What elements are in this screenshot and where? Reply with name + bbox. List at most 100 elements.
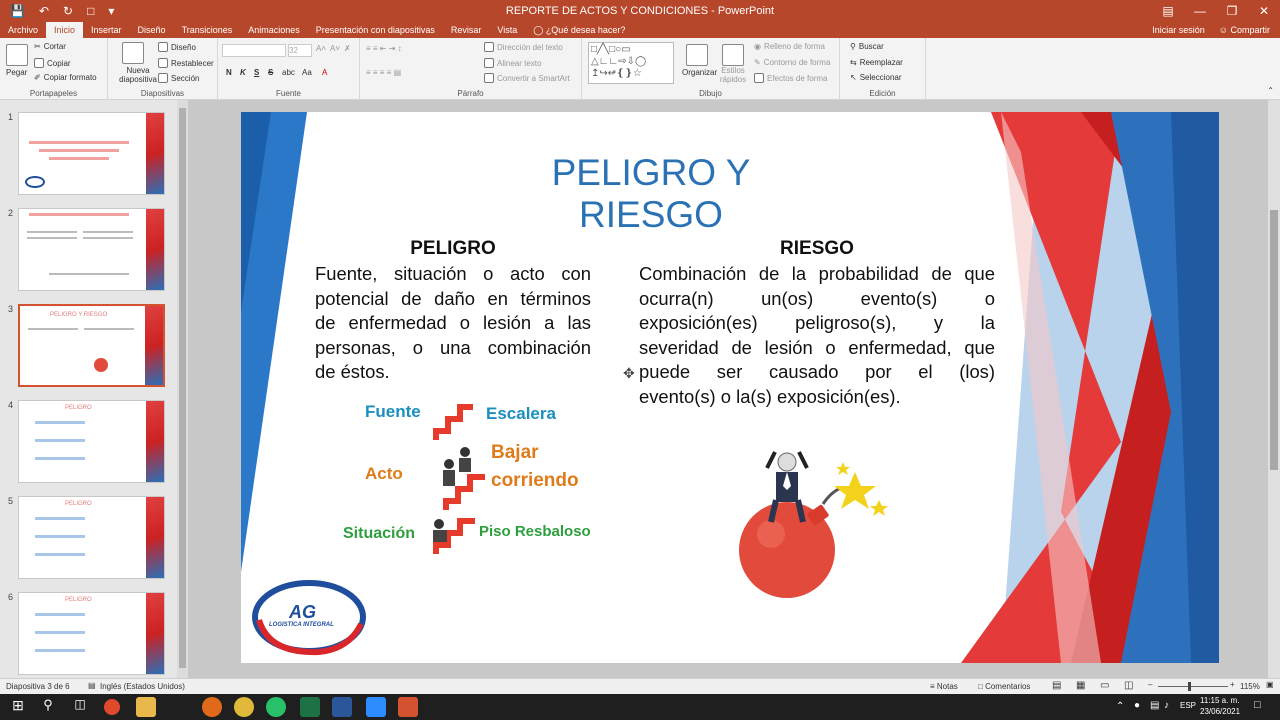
- quick-styles-icon[interactable]: [722, 44, 744, 66]
- tell-me-box[interactable]: ◯ ¿Qué desea hacer?: [525, 22, 633, 38]
- reset-button[interactable]: Restablecer: [158, 58, 214, 68]
- tab-animaciones[interactable]: Animaciones: [240, 22, 308, 38]
- zoom-app-icon[interactable]: [366, 697, 386, 717]
- paste-button[interactable]: Pegar: [6, 68, 27, 77]
- align-text-button[interactable]: Alinear texto: [484, 58, 541, 68]
- find-button[interactable]: ⚲ Buscar: [850, 42, 884, 51]
- search-icon[interactable]: ⚲: [38, 697, 58, 717]
- collapse-ribbon-icon[interactable]: ⌃: [1267, 86, 1274, 95]
- spacing-button[interactable]: abc: [282, 68, 295, 77]
- sorter-view-icon[interactable]: ▦: [1076, 680, 1085, 691]
- riesgo-text[interactable]: Combinación de la probabilidad de que oc…: [639, 262, 995, 410]
- slide-thumbnail-1[interactable]: [18, 112, 165, 195]
- underline-button[interactable]: S: [254, 68, 259, 77]
- whatsapp-icon[interactable]: [266, 697, 286, 717]
- start-presentation-icon[interactable]: □: [87, 4, 94, 18]
- scroll-thumb[interactable]: [1270, 210, 1278, 470]
- fit-slide-icon[interactable]: ▣: [1266, 680, 1274, 689]
- copy-button[interactable]: Copiar: [34, 58, 71, 68]
- input-language[interactable]: ESP: [1180, 701, 1196, 710]
- arrange-button[interactable]: Organizar: [682, 68, 717, 77]
- replace-button[interactable]: ⇆ Reemplazar: [850, 58, 903, 67]
- current-slide[interactable]: PELIGRO Y RIESGO PELIGRO Fuente, situaci…: [241, 112, 1219, 663]
- select-button[interactable]: ↖ Seleccionar: [850, 73, 902, 82]
- main-scrollbar[interactable]: [1268, 100, 1280, 678]
- quick-styles-button[interactable]: Estilos rápidos: [718, 66, 748, 84]
- notes-button[interactable]: ≡ Notas: [930, 682, 958, 691]
- close-button[interactable]: ✕: [1248, 0, 1280, 22]
- shrink-font-icon[interactable]: A˅: [330, 44, 340, 53]
- zoom-slider-thumb[interactable]: [1188, 682, 1191, 691]
- task-view-icon[interactable]: ◫: [70, 697, 90, 717]
- zoom-slider[interactable]: [1158, 686, 1228, 687]
- smartart-button[interactable]: Convertir a SmartArt: [484, 73, 570, 83]
- notification-icon[interactable]: □: [1254, 699, 1261, 711]
- font-name-box[interactable]: [222, 44, 286, 57]
- tab-transiciones[interactable]: Transiciones: [174, 22, 241, 38]
- format-painter-button[interactable]: ✐ Copiar formato: [34, 73, 97, 82]
- slide-thumbnail-4[interactable]: PELIGRO: [18, 400, 165, 483]
- chrome-icon[interactable]: [234, 697, 254, 717]
- cut-button[interactable]: ✂ Cortar: [34, 42, 66, 51]
- scroll-thumb[interactable]: [179, 108, 186, 668]
- tray-icon[interactable]: ●: [1134, 700, 1140, 711]
- font-color-icon[interactable]: A: [322, 68, 327, 77]
- windows-start-icon[interactable]: ⊞: [8, 697, 28, 717]
- spellcheck-icon[interactable]: ▤: [88, 681, 96, 690]
- share-button[interactable]: ☺ Compartir: [1219, 22, 1270, 38]
- reading-view-icon[interactable]: ▭: [1100, 680, 1109, 691]
- volume-icon[interactable]: ♪: [1164, 700, 1169, 711]
- network-icon[interactable]: ▤: [1150, 700, 1159, 711]
- customize-toolbar-icon[interactable]: ▾: [108, 4, 114, 18]
- slide-thumbnail-6[interactable]: PELIGRO: [18, 592, 165, 675]
- paste-icon[interactable]: [6, 44, 28, 66]
- file-explorer-icon[interactable]: [136, 697, 156, 717]
- font-size-box[interactable]: 32: [288, 44, 312, 57]
- align-icons[interactable]: ≡ ≡ ≡ ≡ ▤: [366, 68, 401, 77]
- excel-icon[interactable]: [300, 697, 320, 717]
- undo-icon[interactable]: ↶: [39, 4, 49, 18]
- slide-thumbnail-5[interactable]: PELIGRO: [18, 496, 165, 579]
- powerpoint-icon[interactable]: [398, 697, 418, 717]
- clear-format-icon[interactable]: ✗: [344, 44, 351, 53]
- normal-view-icon[interactable]: ▤: [1052, 680, 1061, 691]
- redo-icon[interactable]: ↻: [63, 4, 73, 18]
- language-status[interactable]: Inglés (Estados Unidos): [100, 682, 185, 691]
- riesgo-heading[interactable]: RIESGO: [639, 238, 995, 260]
- firefox-icon[interactable]: [202, 697, 222, 717]
- word-icon[interactable]: [332, 697, 352, 717]
- bullets-icon[interactable]: ≡ ≡ ⇤ ⇥ ↕: [366, 44, 402, 53]
- zoom-out-icon[interactable]: –: [1148, 680, 1152, 689]
- ribbon-display-icon[interactable]: ▤: [1152, 0, 1184, 22]
- shape-effects-button[interactable]: Efectos de forma: [754, 73, 827, 83]
- strike-button[interactable]: S: [268, 68, 273, 77]
- tab-insertar[interactable]: Insertar: [83, 22, 130, 38]
- clock-time[interactable]: 11:15 a. m.: [1200, 696, 1239, 705]
- new-slide-button[interactable]: Nueva diapositiva: [114, 66, 162, 84]
- tray-chevron-icon[interactable]: ⌃: [1116, 701, 1124, 712]
- restore-button[interactable]: ❐: [1216, 0, 1248, 22]
- slide-thumbnail-2[interactable]: [18, 208, 165, 291]
- clock-date[interactable]: 23/06/2021: [1200, 707, 1240, 716]
- shape-fill-button[interactable]: ◉ Relleno de forma: [754, 42, 825, 51]
- peligro-heading[interactable]: PELIGRO: [315, 238, 591, 260]
- peligro-text[interactable]: Fuente, situación o acto con potencial d…: [315, 262, 591, 385]
- app-icon[interactable]: [104, 699, 120, 715]
- new-slide-icon[interactable]: [122, 42, 144, 64]
- tab-revisar[interactable]: Revisar: [443, 22, 490, 38]
- thumbnail-scrollbar[interactable]: [177, 100, 188, 678]
- minimize-button[interactable]: —: [1184, 0, 1216, 22]
- tab-presentacion[interactable]: Presentación con diapositivas: [308, 22, 443, 38]
- save-icon[interactable]: 💾: [10, 4, 25, 18]
- layout-button[interactable]: Diseño: [158, 42, 196, 52]
- signin-link[interactable]: Iniciar sesión: [1152, 22, 1205, 38]
- zoom-in-icon[interactable]: +: [1230, 680, 1235, 689]
- shape-outline-button[interactable]: ✎ Contorno de forma: [754, 58, 830, 67]
- bold-button[interactable]: N: [226, 68, 232, 77]
- slideshow-view-icon[interactable]: ◫: [1124, 680, 1133, 691]
- tab-archivo[interactable]: Archivo: [0, 22, 46, 38]
- text-direction-button[interactable]: Dirección del texto: [484, 42, 563, 52]
- comments-button[interactable]: □ Comentarios: [978, 682, 1030, 691]
- arrange-icon[interactable]: [686, 44, 708, 66]
- zoom-level[interactable]: 115%: [1240, 682, 1260, 691]
